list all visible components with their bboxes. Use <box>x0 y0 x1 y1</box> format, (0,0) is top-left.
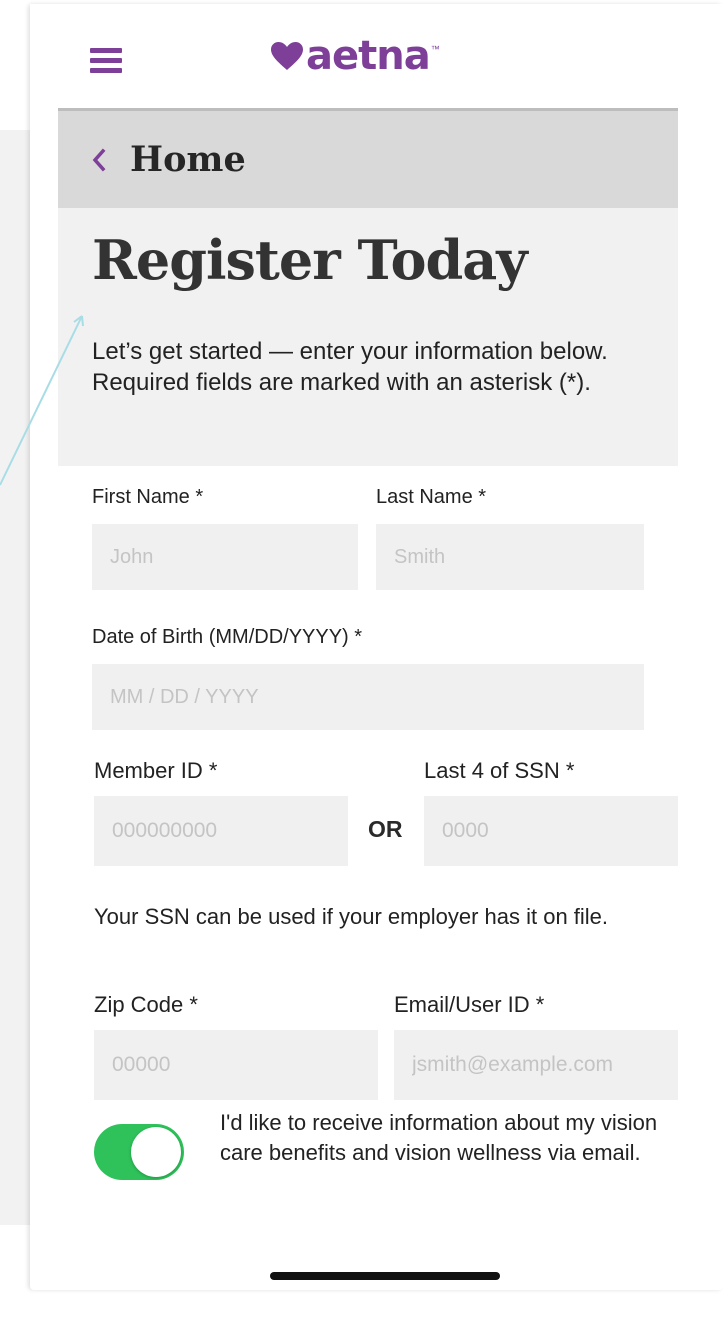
page-title: Register Today <box>92 228 528 292</box>
or-separator: OR <box>368 816 403 842</box>
hamburger-menu-icon[interactable] <box>90 48 122 74</box>
member-id-label: Member ID * <box>94 758 218 783</box>
zip-code-label: Zip Code * <box>94 992 198 1017</box>
breadcrumb-back-home[interactable]: Home <box>58 108 678 208</box>
aetna-logo: aetna ™ <box>270 36 440 76</box>
intro-panel: Register Today Let’s get started — enter… <box>58 208 678 466</box>
email-label: Email/User ID * <box>394 992 545 1017</box>
member-id-input[interactable] <box>94 796 348 866</box>
ssn-note: Your SSN can be used if your employer ha… <box>94 904 609 929</box>
last-name-input[interactable] <box>376 524 644 590</box>
last-name-label: Last Name * <box>376 486 487 508</box>
email-optin-text: I'd like to receive information about my… <box>220 1110 658 1165</box>
email-optin-toggle[interactable] <box>94 1124 184 1180</box>
home-indicator <box>270 1272 500 1280</box>
heart-icon <box>271 42 303 70</box>
logo-text: aetna <box>306 33 431 79</box>
first-name-label: First Name * <box>92 486 204 508</box>
chevron-left-icon <box>92 148 106 171</box>
breadcrumb-label: Home <box>130 139 246 180</box>
dob-input[interactable] <box>92 664 644 730</box>
intro-text: Let’s get started — enter your informati… <box>92 338 608 396</box>
app-header: aetna ™ <box>30 4 723 108</box>
phone-screen: aetna ™ Home Register Today Let’s get st… <box>30 4 723 1290</box>
dob-label: Date of Birth (MM/DD/YYYY) * <box>92 626 363 648</box>
toggle-knob <box>131 1127 181 1177</box>
zip-code-input[interactable] <box>94 1030 378 1100</box>
email-input[interactable] <box>394 1030 678 1100</box>
first-name-input[interactable] <box>92 524 358 590</box>
ssn-last4-label: Last 4 of SSN * <box>424 758 575 783</box>
logo-trademark: ™ <box>430 44 440 54</box>
ssn-last4-input[interactable] <box>424 796 678 866</box>
